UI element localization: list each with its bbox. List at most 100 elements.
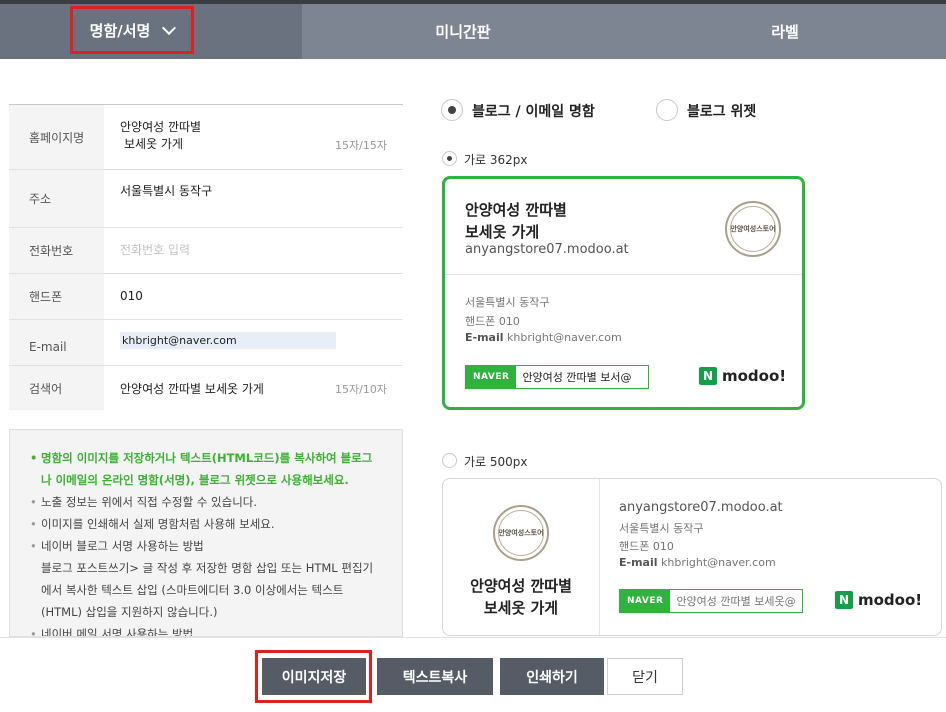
card-info-form: 홈페이지명 안양여성 깐따별 보세옷 가게 15자/15자 주소 서울특별시 동… [9, 104, 403, 410]
note-item-body: 블로그 포스트쓰기> 글 작성 후 저장한 명함 삽입 또는 HTML 편집기에… [41, 561, 374, 619]
card-mobile-label: 핸드폰 [465, 315, 496, 328]
homepage-counter: 15자/15자 [335, 139, 387, 152]
card-title: 안양여성 깐따별 보세옷 가게 [443, 575, 599, 619]
radio-size-500[interactable] [442, 453, 457, 468]
naver-badge: NAVER [620, 590, 671, 612]
keyword-label: 검색어 [9, 366, 104, 410]
print-button[interactable]: 인쇄하기 [500, 658, 604, 695]
card-address: 서울특별시 동작구 [465, 296, 550, 309]
mobile-input[interactable]: 010 [104, 274, 403, 319]
modoo-n-icon: N [835, 591, 853, 609]
card-url: anyangstore07.modoo.at [465, 242, 629, 257]
keyword-input[interactable]: 안양여성 깐따별 보세옷 가게 15자/10자 [104, 366, 403, 410]
email-input[interactable]: khbright@naver.com [104, 320, 403, 365]
homepage-label: 홈페이지명 [9, 105, 104, 169]
phone-placeholder: 전화번호 입력 [120, 243, 191, 257]
modoo-n-icon: N [699, 367, 717, 385]
note-item: • 네이버 블로그 서명 사용하는 방법 [30, 539, 204, 553]
card-divider [599, 479, 600, 635]
address-value: 서울특별시 동작구 [120, 184, 213, 198]
naver-search-box: NAVER 안양여성 깐따별 보세옷@ [619, 589, 803, 613]
store-logo: 안양여성스토어 [725, 201, 781, 257]
card-url: anyangstore07.modoo.at [619, 500, 783, 515]
card-email: E-mail khbright@naver.com [619, 556, 776, 569]
note-text: 이미지를 인쇄해서 실제 명함처럼 사용해 보세요. [41, 517, 275, 531]
email-value: khbright@naver.com [120, 332, 336, 349]
card-title-line2: 보세옷 가게 [465, 223, 540, 241]
note-text: 네이버 메일 서명 사용하는 방법 [41, 627, 194, 637]
business-card-500[interactable]: 안양여성스토어 안양여성 깐따별 보세옷 가게 anyangstore07.mo… [442, 478, 942, 636]
store-logo: 안양여성스토어 [493, 505, 549, 561]
radio-blog-widget-label: 블로그 위젯 [687, 104, 757, 120]
card-mobile-value: 010 [652, 540, 674, 553]
save-image-button[interactable]: 이미지저장 [262, 658, 366, 695]
mobile-value: 010 [120, 289, 143, 303]
modoo-logo: N modoo! [699, 367, 786, 385]
mobile-label: 핸드폰 [9, 274, 104, 319]
store-logo-text: 안양여성스토어 [498, 529, 544, 537]
form-row-email: E-mail khbright@naver.com [9, 320, 403, 366]
card-mobile: 핸드폰 010 [465, 313, 520, 329]
tab-mini-sign[interactable]: 미니간판 [302, 4, 624, 59]
radio-blog-email-label: 블로그 / 이메일 명함 [472, 104, 595, 120]
tab-label[interactable]: 라벨 [624, 4, 946, 59]
keyword-value: 안양여성 깐따별 보세옷 가게 [120, 382, 264, 396]
radio-size-500-label: 가로 500px [464, 455, 528, 469]
form-row-homepage: 홈페이지명 안양여성 깐따별 보세옷 가게 15자/15자 [9, 105, 403, 170]
modoo-text: modoo! [722, 367, 787, 385]
business-card-362[interactable]: 안양여성 깐따별 보세옷 가게 anyangstore07.modoo.at 안… [442, 176, 805, 410]
naver-search-query: 안양여성 깐따별 보세옷@ [676, 595, 796, 608]
tab-mini-sign-label: 미니간판 [435, 23, 491, 41]
close-button[interactable]: 닫기 [607, 658, 683, 695]
note-text: 명함의 이미지를 저장하거나 텍스트(HTML코드)를 복사하여 블로그나 이메… [41, 451, 373, 487]
radio-size-362-label: 가로 362px [464, 153, 528, 167]
modoo-text: modoo! [858, 591, 923, 609]
card-divider [445, 274, 802, 275]
card-mobile-value: 010 [498, 315, 520, 328]
chevron-down-icon[interactable] [162, 20, 177, 35]
card-mobile-label: 핸드폰 [619, 540, 650, 553]
address-label: 주소 [9, 170, 104, 227]
action-bar: 이미지저장 텍스트복사 인쇄하기 닫기 [0, 637, 946, 712]
form-row-mobile: 핸드폰 010 [9, 274, 403, 320]
note-item: • 이미지를 인쇄해서 실제 명함처럼 사용해 보세요. [30, 517, 275, 531]
address-input[interactable]: 서울특별시 동작구 [104, 170, 403, 227]
homepage-value-line1: 안양여성 깐따별 [120, 120, 202, 134]
form-row-phone: 전화번호 전화번호 입력 [9, 228, 403, 274]
note-item: • 명함의 이미지를 저장하거나 텍스트(HTML코드)를 복사하여 블로그나 이… [30, 451, 373, 487]
form-row-address: 주소 서울특별시 동작구 [9, 170, 403, 228]
radio-blog-email[interactable] [441, 99, 463, 121]
card-email-value: khbright@naver.com [507, 331, 622, 344]
note-text: 네이버 블로그 서명 사용하는 방법 [41, 539, 204, 553]
note-item: • 네이버 메일 서명 사용하는 방법 [30, 623, 382, 637]
tab-business-card-label: 명함/서명 [89, 21, 151, 40]
phone-input[interactable]: 전화번호 입력 [104, 228, 403, 273]
card-title-line1: 안양여성 깐따별 [465, 201, 567, 219]
email-label: E-mail [9, 320, 104, 365]
homepage-value-line2: 보세옷 가게 [124, 137, 184, 151]
store-logo-text: 안양여성스토어 [730, 225, 776, 233]
homepage-input[interactable]: 안양여성 깐따별 보세옷 가게 15자/15자 [104, 105, 403, 169]
usage-notes: • 명함의 이미지를 저장하거나 텍스트(HTML코드)를 복사하여 블로그나 이… [9, 429, 403, 637]
naver-search-box: NAVER 안양여성 깐따별 보서@ [465, 365, 649, 389]
card-mobile: 핸드폰 010 [619, 538, 674, 554]
copy-text-button[interactable]: 텍스트복사 [377, 658, 493, 695]
card-email: E-mail khbright@naver.com [465, 331, 622, 344]
form-row-keyword: 검색어 안양여성 깐따별 보세옷 가게 15자/10자 [9, 366, 403, 410]
card-address: 서울특별시 동작구 [619, 522, 704, 535]
naver-search-query: 안양여성 깐따별 보서@ [522, 371, 632, 384]
radio-blog-widget[interactable] [656, 99, 678, 121]
card-title-line1: 안양여성 깐따별 [470, 577, 572, 595]
tab-business-card-highlight[interactable]: 명함/서명 [70, 6, 194, 54]
note-item: • 노출 정보는 위에서 직접 수정할 수 있습니다. [30, 495, 258, 509]
card-title: 안양여성 깐따별 보세옷 가게 [465, 199, 567, 243]
card-email-value: khbright@naver.com [661, 556, 776, 569]
naver-badge: NAVER [466, 366, 517, 388]
tab-label-label: 라벨 [771, 23, 799, 41]
radio-size-362[interactable] [442, 151, 457, 166]
modoo-logo: N modoo! [835, 591, 922, 609]
card-email-label: E-mail [465, 331, 504, 344]
card-email-label: E-mail [619, 556, 658, 569]
keyword-counter: 15자/10자 [335, 383, 387, 396]
note-text: 노출 정보는 위에서 직접 수정할 수 있습니다. [41, 495, 258, 509]
